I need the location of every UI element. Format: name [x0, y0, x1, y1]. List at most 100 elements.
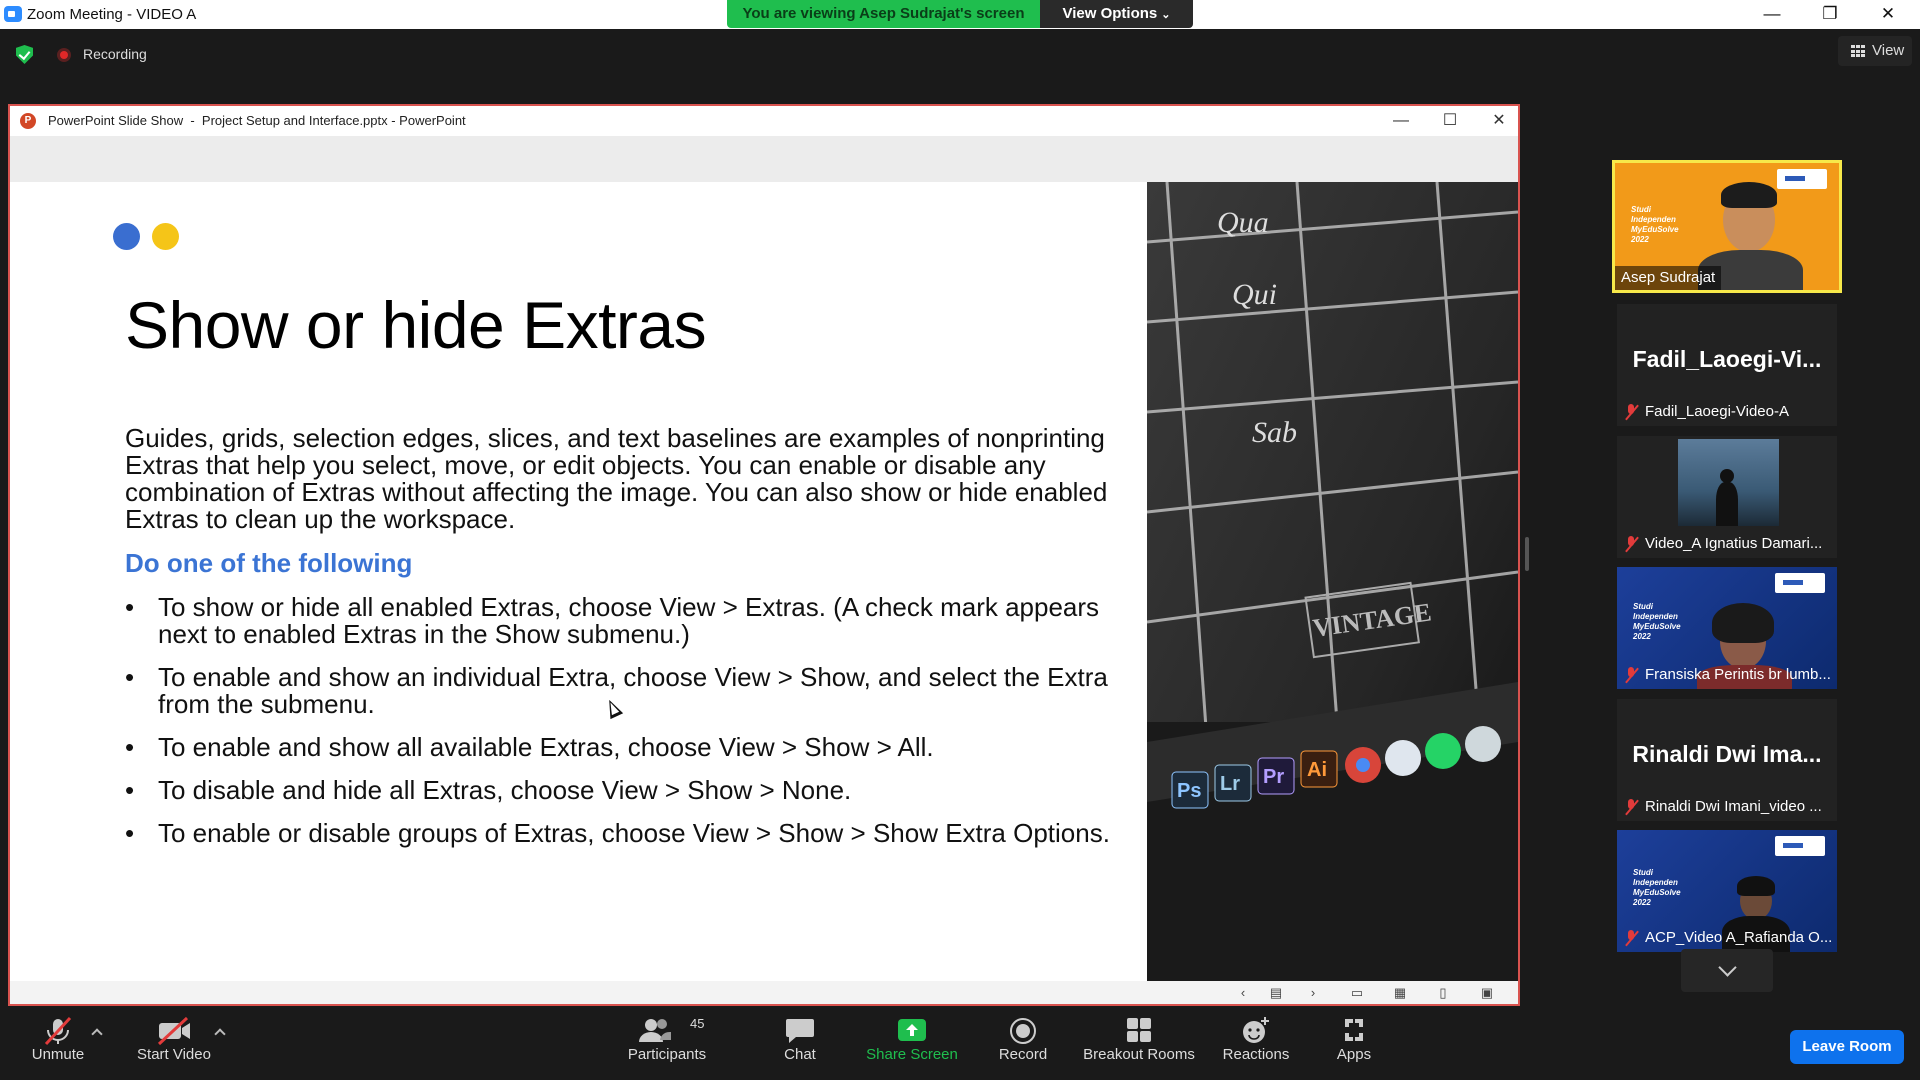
next-arrow-icon[interactable]: ›	[1300, 984, 1326, 1002]
slide: Show or hide Extras Guides, grids, selec…	[12, 182, 1147, 981]
bullet-item: To enable and show all available Extras,…	[125, 734, 1125, 762]
record-icon	[1010, 1018, 1036, 1044]
participant-tile-active[interactable]: Studi Independen MyEduSolve 2022 Asep Su…	[1612, 160, 1842, 293]
slide-subheading: Do one of the following	[125, 548, 413, 578]
zoom-app-icon	[4, 6, 22, 22]
meeting-toolbar: Unmute Start Video 45 Participants Chat	[0, 1008, 1920, 1080]
video-off-icon	[157, 1016, 190, 1046]
mic-muted-icon	[1625, 535, 1637, 552]
panel-splitter-handle[interactable]	[1525, 537, 1529, 571]
ppt-window-title: PowerPoint Slide Show - Project Setup an…	[48, 113, 466, 128]
recording-label: Recording	[83, 46, 147, 62]
restore-button[interactable]: ❐	[1802, 0, 1858, 29]
participant-tile[interactable]: Studi Independen MyEduSolve 2022 Fransis…	[1617, 567, 1837, 689]
slide-sorter-icon[interactable]: ▦	[1387, 984, 1413, 1002]
prev-arrow-icon[interactable]: ‹	[1230, 984, 1256, 1002]
ppt-top-strip	[10, 136, 1518, 182]
bullet-item: To show or hide all enabled Extras, choo…	[125, 594, 1125, 648]
mic-muted-icon	[1625, 666, 1637, 683]
mic-muted-icon	[1625, 798, 1637, 815]
decorative-yellow-dot	[152, 223, 179, 250]
tile-caption: Studi Independen MyEduSolve 2022	[1633, 602, 1681, 641]
photo-text-qui: Qui	[1232, 278, 1277, 311]
view-layout-label: View	[1872, 42, 1905, 59]
view-options-label: View Options	[1062, 5, 1158, 22]
participant-tile[interactable]: Studi Independen MyEduSolve 2022 ACP_Vid…	[1617, 830, 1837, 952]
laptop-calendar-illustration: Qua Qui Sab VINTAGE Ps Lr Pr Ai	[1147, 182, 1518, 981]
participant-name-line: Video_A Ignatius Damari...	[1625, 535, 1822, 552]
ppt-statusbar: ‹ ▤ › ▭ ▦ ▯ ▣	[10, 981, 1518, 1004]
unmute-button[interactable]: Unmute	[18, 1016, 98, 1063]
share-screen-icon	[898, 1019, 926, 1041]
slideshow-icon[interactable]: ▣	[1474, 984, 1500, 1002]
participant-name: Fadil_Laoegi-Video-A	[1645, 403, 1789, 420]
chat-icon	[786, 1019, 814, 1043]
participant-name: Video_A Ignatius Damari...	[1645, 535, 1823, 552]
reactions-label: Reactions	[1222, 1046, 1290, 1063]
chat-button[interactable]: Chat	[770, 1016, 830, 1063]
photo-text-sab: Sab	[1252, 416, 1297, 449]
breakout-rooms-label: Breakout Rooms	[1083, 1046, 1195, 1063]
participant-name-line: Fransiska Perintis br lumb...	[1625, 666, 1831, 683]
leave-room-button[interactable]: Leave Room	[1790, 1030, 1904, 1064]
participants-count: 45	[690, 1016, 705, 1031]
microphone-muted-icon	[44, 1016, 72, 1046]
shared-screen: P PowerPoint Slide Show - Project Setup …	[8, 104, 1520, 1006]
slide-menu-icon[interactable]: ▤	[1263, 984, 1289, 1002]
start-video-button[interactable]: Start Video	[128, 1016, 220, 1063]
reactions-icon	[1243, 1017, 1269, 1043]
slide-intro-paragraph: Guides, grids, selection edges, slices, …	[125, 423, 1108, 534]
share-screen-button[interactable]: Share Screen	[862, 1016, 962, 1063]
apps-icon	[1345, 1019, 1363, 1041]
record-button[interactable]: Record	[990, 1016, 1056, 1063]
participant-name: Rinaldi Dwi Imani_video ...	[1645, 798, 1822, 815]
decorative-blue-dot	[113, 223, 140, 250]
brand-logo	[1775, 836, 1825, 856]
participant-tile[interactable]: Rinaldi Dwi Ima... Rinaldi Dwi Imani_vid…	[1617, 699, 1837, 821]
reading-view-icon[interactable]: ▯	[1430, 984, 1456, 1002]
breakout-rooms-icon	[1127, 1018, 1151, 1042]
ppt-minimize-button[interactable]: —	[1378, 108, 1424, 134]
unmute-label: Unmute	[31, 1046, 85, 1063]
mic-muted-icon	[1625, 929, 1637, 946]
start-video-label: Start Video	[137, 1046, 211, 1063]
slide-bullet-list: To show or hide all enabled Extras, choo…	[125, 594, 1125, 863]
grid-icon	[1851, 45, 1865, 57]
participant-display-name: Fadil_Laoegi-Vi...	[1632, 346, 1822, 372]
security-shield-icon[interactable]	[16, 45, 33, 64]
view-layout-button[interactable]: View	[1838, 36, 1912, 66]
window-title: Zoom Meeting - VIDEO A	[27, 6, 197, 23]
bullet-item: To enable or disable groups of Extras, c…	[125, 820, 1125, 848]
apps-button[interactable]: Apps	[1326, 1016, 1382, 1063]
chevron-down-icon: ⌄	[1161, 9, 1171, 21]
participant-name: ACP_Video A_Rafianda O...	[1645, 929, 1833, 946]
close-button[interactable]: ✕	[1860, 0, 1916, 29]
bullet-item: To disable and hide all Extras, choose V…	[125, 777, 1125, 805]
normal-view-icon[interactable]: ▭	[1344, 984, 1370, 1002]
ppt-close-button[interactable]: ✕	[1476, 108, 1518, 134]
illustrator-icon: Ai	[1307, 759, 1327, 781]
participant-name: Asep Sudrajat	[1615, 266, 1722, 290]
participant-name-line: ACP_Video A_Rafianda O...	[1625, 929, 1832, 946]
app-icon	[1465, 726, 1501, 762]
safari-icon	[1385, 740, 1421, 776]
share-screen-label: Share Screen	[866, 1046, 958, 1063]
breakout-rooms-button[interactable]: Breakout Rooms	[1080, 1016, 1198, 1063]
participant-tile[interactable]: Video_A Ignatius Damari...	[1617, 436, 1837, 558]
participant-video-thumbnail	[1678, 439, 1779, 526]
apps-label: Apps	[1336, 1046, 1372, 1063]
slide-photo-laptop: Qua Qui Sab VINTAGE Ps Lr Pr Ai	[1147, 182, 1518, 981]
gallery-scroll-down-button[interactable]	[1681, 949, 1773, 992]
participant-display-name: Rinaldi Dwi Ima...	[1632, 741, 1822, 767]
tile-caption: Studi Independen MyEduSolve 2022	[1633, 868, 1681, 907]
participant-tile[interactable]: Fadil_Laoegi-Vi... Fadil_Laoegi-Video-A	[1617, 304, 1837, 426]
photoshop-icon: Ps	[1177, 780, 1201, 802]
participants-button[interactable]: 45 Participants	[622, 1016, 712, 1063]
minimize-button[interactable]: —	[1744, 0, 1800, 29]
view-options-button[interactable]: View Options ⌄	[1040, 0, 1193, 28]
whatsapp-icon	[1425, 733, 1461, 769]
ppt-maximize-button[interactable]: ☐	[1427, 108, 1473, 134]
reactions-button[interactable]: Reactions	[1218, 1016, 1294, 1063]
participants-icon	[639, 1019, 671, 1042]
record-label: Record	[998, 1046, 1048, 1063]
